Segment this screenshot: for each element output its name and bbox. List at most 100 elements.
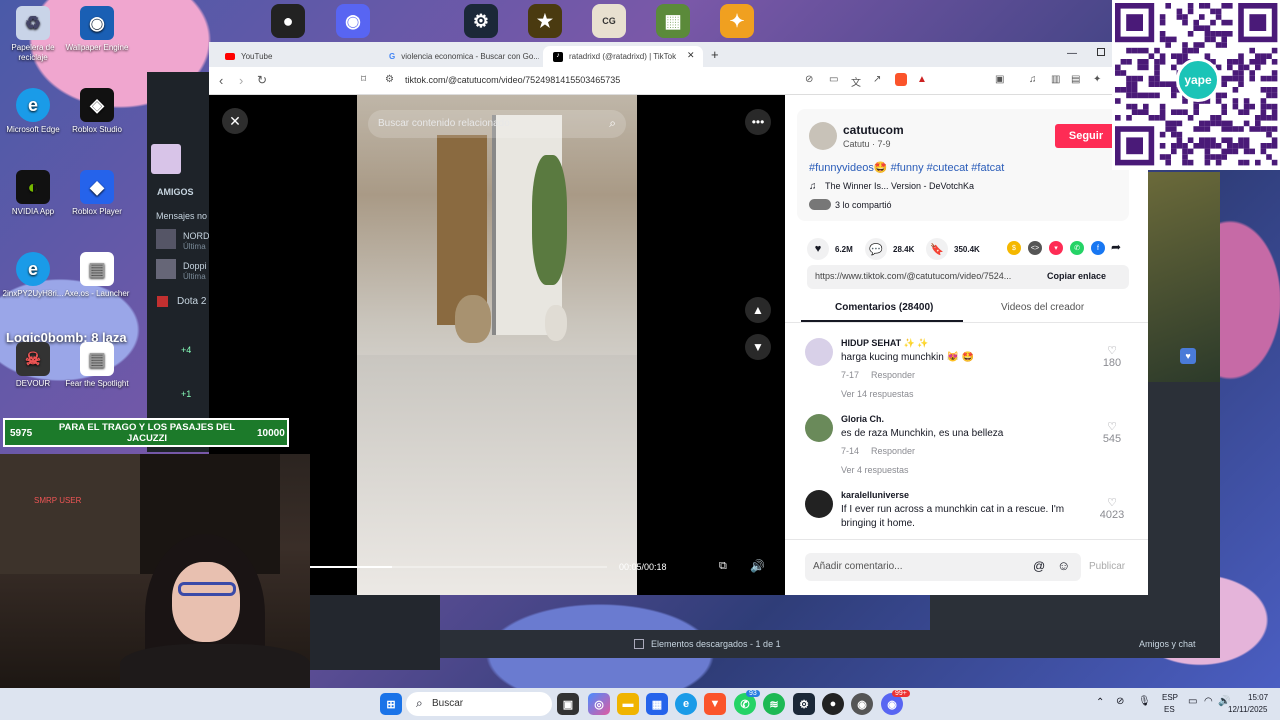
- obs-icon[interactable]: ●: [271, 4, 305, 38]
- tab-creator-videos[interactable]: Videos del creador: [1001, 302, 1084, 313]
- close-video-button[interactable]: ✕: [222, 108, 248, 134]
- file-explorer-icon[interactable]: ▬: [617, 693, 639, 715]
- next-video-button[interactable]: ▼: [745, 334, 771, 360]
- translate-icon[interactable]: 文: [851, 74, 861, 89]
- previous-video-button[interactable]: ▲: [745, 297, 771, 323]
- chevron-up-icon[interactable]: ⌃: [1096, 697, 1104, 708]
- comment-like-button[interactable]: ♡ 180: [1097, 344, 1127, 369]
- shared-count[interactable]: 3 lo compartió: [835, 200, 892, 210]
- related-search-input[interactable]: Buscar contenido relacionado ⌕: [368, 110, 626, 138]
- reply-button[interactable]: Responder: [871, 446, 915, 456]
- counter-strike-icon[interactable]: ✦: [720, 4, 754, 38]
- comment-like-button[interactable]: ♡ 545: [1097, 420, 1127, 445]
- extension-icon[interactable]: ⊘: [805, 74, 813, 85]
- comment-author[interactable]: HIDUP SEHAT ✨ ✨: [841, 338, 929, 349]
- save-button[interactable]: 🔖 350.4K: [926, 238, 980, 260]
- volume-icon[interactable]: 🔊: [750, 559, 765, 573]
- minecraft-icon[interactable]: ▦: [656, 4, 690, 38]
- steam-icon[interactable]: ⚙: [793, 693, 815, 715]
- friends-chat-button[interactable]: Amigos y chat: [1139, 639, 1196, 649]
- brave-shield-icon[interactable]: [895, 73, 907, 86]
- follow-button[interactable]: Seguir: [1055, 124, 1117, 148]
- microphone-icon[interactable]: 🎙: [1138, 696, 1151, 707]
- clock-time[interactable]: 15:07: [1248, 693, 1268, 702]
- video-player[interactable]: [357, 95, 637, 595]
- whatsapp-icon[interactable]: ✆: [1070, 241, 1084, 255]
- game-icon[interactable]: ★: [528, 4, 562, 38]
- comment-button[interactable]: 💬 28.4K: [865, 238, 914, 260]
- desktop-icon-roblox-player[interactable]: ◆ Roblox Player: [60, 170, 134, 217]
- minimize-icon[interactable]: —: [1067, 48, 1077, 59]
- discord-icon[interactable]: ◉: [336, 4, 370, 38]
- tab-comments[interactable]: Comentarios (28400): [835, 302, 933, 313]
- maximize-icon[interactable]: [1097, 48, 1105, 56]
- more-options-button[interactable]: •••: [745, 109, 771, 135]
- back-icon[interactable]: ‹: [219, 73, 223, 88]
- share-more-icon[interactable]: ➦: [1111, 240, 1121, 254]
- wallet-icon[interactable]: ▤: [1071, 74, 1080, 85]
- taskbar-search[interactable]: ⌕ Buscar: [406, 692, 552, 716]
- new-tab-button[interactable]: +: [711, 47, 719, 62]
- mention-icon[interactable]: @: [1033, 559, 1045, 573]
- url-input[interactable]: tiktok.com/@catutucom/video/752498141550…: [405, 75, 620, 85]
- desktop-icon-axe-launcher[interactable]: ▤ Axe.os - Launcher: [60, 252, 134, 299]
- reload-icon[interactable]: ↻: [257, 73, 267, 87]
- tab-youtube[interactable]: YouTube: [215, 46, 375, 67]
- emoji-icon[interactable]: ☺: [1057, 558, 1070, 573]
- obs-icon[interactable]: ●: [822, 693, 844, 715]
- avatar[interactable]: [805, 490, 833, 518]
- steam-group-name[interactable]: Dota 2: [177, 296, 206, 307]
- bookmark-icon[interactable]: ⌑: [361, 74, 366, 85]
- game-icon[interactable]: ◉: [851, 693, 873, 715]
- steam-friend-name[interactable]: Doppi: [183, 261, 207, 271]
- rewards-icon[interactable]: ▲: [917, 74, 927, 85]
- wifi-icon[interactable]: ◠: [1204, 696, 1213, 707]
- view-replies-button[interactable]: Ver 14 respuestas: [841, 389, 914, 399]
- edge-icon[interactable]: e: [675, 693, 697, 715]
- send-icon[interactable]: ▾: [1049, 241, 1063, 255]
- avatar[interactable]: [805, 414, 833, 442]
- publish-button[interactable]: Publicar: [1089, 561, 1125, 572]
- username[interactable]: catutucom: [843, 123, 904, 137]
- spotify-icon[interactable]: ≋: [763, 693, 785, 715]
- desktop-icon-roblox-studio[interactable]: ◈ Roblox Studio: [60, 88, 134, 135]
- comment-like-button[interactable]: ♡ 4023: [1097, 496, 1127, 521]
- tab-google-search[interactable]: G violencia economica - Buscar con Go...: [379, 46, 539, 67]
- music-title[interactable]: The Winner Is... Version - DeVotchKa: [825, 181, 974, 191]
- avatar[interactable]: [805, 338, 833, 366]
- language-indicator[interactable]: ESP: [1162, 693, 1178, 702]
- copy-link-button[interactable]: Copiar enlace: [1047, 271, 1106, 281]
- music-icon[interactable]: ♫: [1029, 74, 1037, 85]
- desktop-icon-wallpaper-engine[interactable]: ◉ Wallpaper Engine: [60, 6, 134, 53]
- search-icon[interactable]: ⌕: [609, 116, 616, 131]
- brave-icon[interactable]: ▼: [704, 693, 726, 715]
- avatar[interactable]: [809, 122, 837, 150]
- facebook-icon[interactable]: f: [1091, 241, 1105, 255]
- copilot-icon[interactable]: ◎: [588, 693, 610, 715]
- sidebar-icon[interactable]: ▣: [995, 74, 1004, 85]
- hashtags[interactable]: #funnyvideos🤩 #funny #cutecat #fatcat: [809, 161, 1004, 174]
- extensions-icon[interactable]: ✦: [1093, 74, 1101, 85]
- post-link[interactable]: https://www.tiktok.com/@catutucom/video/…: [815, 271, 1011, 281]
- monitor-icon[interactable]: ▭: [1188, 696, 1197, 707]
- progress-track[interactable]: [309, 566, 607, 568]
- view-replies-button[interactable]: Ver 4 respuestas: [841, 465, 909, 475]
- comment-input[interactable]: Añadir comentario... @ ☺: [805, 553, 1081, 581]
- comment-author[interactable]: Gloria Ch.: [841, 414, 884, 424]
- share-coin-icon[interactable]: $: [1007, 241, 1021, 255]
- reply-button[interactable]: Responder: [871, 370, 915, 380]
- task-view-icon[interactable]: ▣: [557, 693, 579, 715]
- comment-author[interactable]: karalelluniverse: [841, 490, 909, 500]
- desktop-icon-fear-the-spotlight[interactable]: ▤ Fear the Spotlight: [60, 342, 134, 389]
- floating-player-icon[interactable]: ⧉: [719, 560, 727, 573]
- forward-icon[interactable]: ›: [239, 73, 243, 88]
- reader-icon[interactable]: ▥: [1051, 74, 1060, 85]
- network-off-icon[interactable]: ⊘: [1116, 696, 1124, 707]
- site-info-icon[interactable]: ⚙: [385, 74, 394, 85]
- store-icon[interactable]: ▦: [646, 693, 668, 715]
- steam-icon[interactable]: ⚙: [464, 4, 498, 38]
- embed-icon[interactable]: <>: [1028, 241, 1042, 255]
- close-tab-icon[interactable]: ✕: [687, 50, 695, 61]
- like-button[interactable]: ♥ 6.2M: [807, 238, 853, 260]
- extension-icon[interactable]: ▭: [829, 74, 838, 85]
